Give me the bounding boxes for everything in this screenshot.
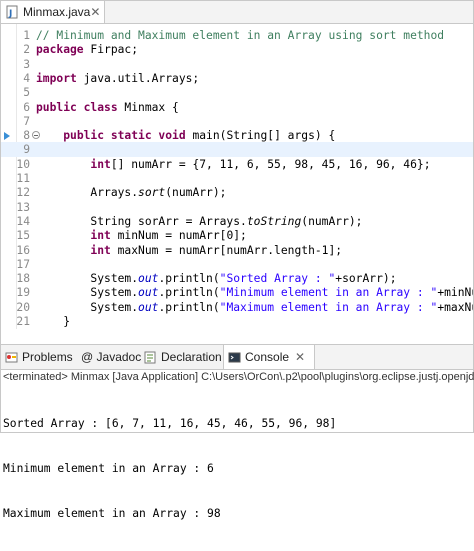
line-number: 10 [16,157,30,171]
code-line[interactable]: 5 [1,85,473,100]
code-text: String sorArr = Arrays.toString(numArr); [36,214,363,228]
line-number: 8 [23,129,30,143]
tab-console-label: Console [245,350,290,364]
code-text: public class Minmax { [36,100,179,114]
code-line[interactable]: 2 package Firpac; [1,42,473,57]
code-text: System.out.println("Sorted Array : "+sor… [36,272,397,286]
code-text: int[] numArr = {7, 11, 6, 55, 98, 45, 16… [90,157,431,171]
code-text: } [36,315,71,328]
code-line[interactable]: 22} [1,328,473,329]
code-text: public static void main(String[] args) { [63,129,336,143]
code-line[interactable]: 4 import java.util.Arrays; [1,71,473,86]
code-text: package Firpac; [36,43,139,57]
code-line[interactable]: 10 int[] numArr = {7, 11, 6, 55, 98, 45,… [1,157,473,172]
line-number: 15 [16,229,30,243]
line-number: 9 [23,143,30,157]
console-line: Maximum element in an Array : 98 [3,507,221,520]
editor-tab-title: Minmax.java [23,5,91,19]
line-number: 2 [23,43,30,57]
tab-console[interactable]: Console ✕ [223,345,315,369]
code-text: int minNum = numArr[0]; [90,229,247,243]
console-header: <terminated> Minmax [Java Application] C… [3,371,474,383]
code-line[interactable]: 14 String sorArr = Arrays.toString(numAr… [1,214,473,229]
editor-tab-bar: J Minmax.java ✕ [1,1,473,24]
code-line[interactable]: 15 int minNum = numArr[0]; [1,228,473,243]
code-line[interactable]: 13 [1,200,473,215]
line-number: 6 [23,100,30,114]
svg-text:J: J [8,9,12,19]
code-text: } [36,328,43,329]
java-file-icon: J [5,5,19,19]
tab-problems[interactable]: Problems [5,345,73,369]
code-line[interactable]: 7 [1,114,473,129]
close-icon[interactable]: ✕ [295,350,305,364]
code-text: Arrays.sort(numArr); [36,186,227,200]
code-line[interactable]: 16 int maxNum = numArr[numArr.length-1]; [1,243,473,258]
tab-problems-label: Problems [22,350,73,364]
line-number: 20 [16,300,30,314]
code-line[interactable]: 1 // Minimum and Maximum element in an Ar… [1,28,473,43]
breakpoint-marker-icon [4,132,10,141]
tab-declaration-label: Declaration [161,350,222,364]
code-line[interactable]: 21 } [1,314,473,329]
line-number: 19 [16,286,30,300]
line-number: 18 [16,272,30,286]
code-text: // Minimum and Maximum element in an Arr… [36,29,445,42]
line-number: 7 [23,114,30,128]
code-line[interactable]: 12 Arrays.sort(numArr); [1,185,473,200]
code-line[interactable]: 8 public static void main(String[] args)… [1,128,473,143]
line-number: 1 [23,29,30,42]
code-text: System.out.println("Minimum element in a… [36,286,473,300]
tab-javadoc-label: @ Javadoc [81,350,142,364]
declaration-icon [144,351,157,364]
line-number: 13 [16,200,30,214]
console-line: Sorted Array : [6, 7, 11, 16, 45, 46, 55… [3,417,337,430]
line-number: 17 [16,257,30,271]
code-line[interactable]: 20 System.out.println("Maximum element i… [1,300,473,315]
line-number: 5 [23,86,30,100]
code-text: System.out.println("Maximum element in a… [36,300,473,314]
line-number: 11 [16,172,30,185]
line-number: 12 [16,186,30,200]
problems-icon [5,351,18,364]
code-line[interactable]: 3 [1,57,473,72]
code-line[interactable]: 6 public class Minmax { [1,100,473,115]
line-number: 21 [16,315,30,328]
code-editor[interactable]: 1 // Minimum and Maximum element in an Ar… [1,24,473,329]
line-number: 16 [16,243,30,257]
line-number: 22 [16,328,30,329]
code-line[interactable]: 11 [1,171,473,186]
code-text: import java.util.Arrays; [36,71,200,85]
ide-window: J Minmax.java ✕ 1 // Minimum and Maximum … [0,0,474,520]
line-number: 3 [23,57,30,71]
console-line: Minimum element in an Array : 6 [3,462,214,475]
tab-declaration[interactable]: Declaration [144,345,222,369]
tab-javadoc[interactable]: @ Javadoc [81,345,141,369]
line-number: 4 [23,71,30,85]
editor-tab-minmax[interactable]: J Minmax.java ✕ [1,1,105,23]
console-icon [228,351,241,364]
console-output[interactable]: Sorted Array : [6, 7, 11, 16, 45, 46, 55… [3,386,336,551]
close-icon[interactable]: ✕ [90,5,100,19]
line-number: 14 [16,214,30,228]
code-line[interactable]: 9 [1,142,473,158]
code-text: int maxNum = numArr[numArr.length-1]; [90,243,343,257]
code-line[interactable]: 17 [1,257,473,272]
bottom-panel-tabs: Problems @ Javadoc Declaration Console ✕ [1,344,473,370]
code-line[interactable]: 18 System.out.println("Sorted Array : "+… [1,271,473,286]
code-line[interactable]: 19 System.out.println("Minimum element i… [1,285,473,300]
